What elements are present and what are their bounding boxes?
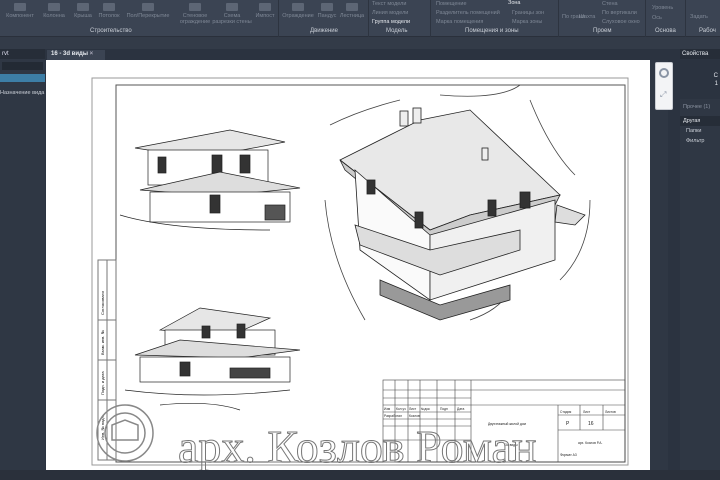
- browser-selected-row[interactable]: [0, 74, 45, 82]
- tb-developer-label: Разработал: [384, 414, 402, 418]
- floor-button[interactable]: Пол/Перекрытие: [124, 3, 172, 19]
- room-tag-button[interactable]: Марка помещения: [436, 19, 483, 25]
- group-label: Модель: [386, 28, 408, 34]
- navigation-bar[interactable]: ⤢: [655, 62, 673, 110]
- label: Пандус: [317, 13, 337, 19]
- group-label: Движение: [310, 28, 338, 34]
- mullion-button[interactable]: Импост: [253, 3, 277, 19]
- tb-format: Формат А3: [560, 453, 577, 457]
- instance-selector[interactable]: Прочее (1): [680, 102, 720, 112]
- label: Потолок: [98, 13, 120, 19]
- component-button[interactable]: Компонент: [4, 3, 36, 19]
- tb-stage-label: Стадия: [560, 410, 571, 414]
- options-bar: [0, 37, 720, 49]
- label: Крыша: [74, 13, 92, 19]
- stamp-text: Подп. и дата: [100, 371, 105, 395]
- watermark-text: арх. Козлов Роман: [178, 421, 537, 470]
- steering-wheel-icon[interactable]: [659, 68, 669, 78]
- drawing-canvas[interactable]: Согласовано Взам. инв. № Подп. и дата Ин…: [46, 60, 650, 470]
- tb-header: Подп: [440, 407, 448, 411]
- stamp-text: Взам. инв. №: [100, 330, 105, 355]
- tb-author: арх. Козлов Р.А.: [578, 441, 602, 445]
- stair-button[interactable]: Лестница: [338, 3, 366, 19]
- dormer-button[interactable]: Слуховое окно: [602, 19, 640, 25]
- area-button[interactable]: Зона: [508, 0, 520, 6]
- prop-row-folders: Папки: [686, 128, 702, 134]
- set-workplane-button[interactable]: Задать: [690, 14, 708, 20]
- column-button[interactable]: Колонна: [40, 3, 68, 19]
- tb-developer: Козлов: [409, 414, 420, 418]
- model-line-button[interactable]: Линия модели: [372, 10, 408, 16]
- label: Стеновое ограждение: [179, 13, 211, 25]
- label: Схема разрезки стены: [212, 13, 252, 25]
- label: Компонент: [6, 13, 34, 19]
- tb-header: Кол.уч: [396, 407, 406, 411]
- roof-button[interactable]: Крыша: [72, 3, 94, 19]
- level-button[interactable]: Уровень: [652, 5, 673, 11]
- shaft-button[interactable]: Шахта: [579, 14, 595, 20]
- properties-panel: Свойства С 1 Прочее (1) Другая Папки Фил…: [680, 49, 720, 480]
- model-group-button[interactable]: Группа модели: [372, 19, 410, 25]
- browser-search-input[interactable]: [2, 62, 43, 70]
- vertical-button[interactable]: По вертикали: [602, 10, 637, 16]
- house-view-side: [124, 307, 301, 411]
- group-label: Помещения и зоны: [465, 28, 519, 34]
- area-tag-button[interactable]: Марка зоны: [512, 19, 542, 25]
- room-button[interactable]: Помещение: [436, 1, 467, 7]
- zoom-icon[interactable]: ⤢: [660, 90, 668, 100]
- tb-sheets-label: Листов: [605, 410, 616, 414]
- tb-header: Дата: [457, 407, 464, 411]
- house-view-large: [324, 84, 591, 321]
- watermark-logo: [96, 404, 154, 462]
- label: Ограждение: [282, 13, 314, 19]
- tb-header: №док: [421, 407, 430, 411]
- ceiling-button[interactable]: Потолок: [96, 3, 122, 19]
- properties-title: Свойства: [680, 49, 720, 59]
- ribbon: Компонент Колонна Крыша Потолок Пол/Пере…: [0, 0, 720, 37]
- sheet-drawing: Согласовано Взам. инв. № Подп. и дата Ин…: [91, 77, 629, 470]
- status-bar: [0, 470, 720, 480]
- vertical-scrollbar[interactable]: [650, 60, 668, 470]
- sheet-border: [91, 77, 629, 466]
- area-boundary-button[interactable]: Границы зон: [512, 10, 544, 16]
- model-text-button[interactable]: Текст модели: [372, 1, 406, 7]
- browser-item[interactable]: Назначение вида: [0, 90, 45, 96]
- group-label: Строительство: [90, 28, 132, 34]
- tb-header: Лист: [409, 407, 417, 411]
- prop-row-filter: Фильтр: [686, 138, 705, 144]
- tb-stage: Р: [566, 421, 570, 427]
- railing-button[interactable]: Ограждение: [281, 3, 315, 19]
- project-browser-title: rvt: [0, 49, 45, 59]
- label: Импост: [255, 13, 275, 19]
- type-name-2: 1: [714, 81, 718, 87]
- tab-3d-views[interactable]: 16 - 3d виды ×: [47, 50, 105, 60]
- wall-opening-button[interactable]: Стена: [602, 1, 618, 7]
- curtain-system-button[interactable]: Стеновое ограждение: [178, 3, 212, 25]
- group-label: Основа: [655, 28, 676, 34]
- close-icon[interactable]: ×: [90, 51, 94, 57]
- type-name: С: [713, 73, 718, 79]
- view-tabs: 16 - 3d виды ×: [45, 49, 680, 60]
- project-browser: rvt Назначение вида: [0, 49, 45, 480]
- tb-header: Изм: [384, 407, 391, 411]
- curtain-grid-button[interactable]: Схема разрезки стены: [212, 3, 252, 25]
- section-other[interactable]: Другая: [680, 116, 720, 126]
- stamp-text: Согласовано: [100, 290, 105, 315]
- room-separator-button[interactable]: Разделитель помещений: [436, 10, 500, 16]
- ramp-button[interactable]: Пандус: [317, 3, 337, 19]
- tab-label: 16 - 3d виды: [51, 51, 88, 57]
- label: Лестница: [339, 13, 365, 19]
- group-label: Рабоч: [699, 28, 716, 34]
- grid-button[interactable]: Ось: [652, 15, 662, 21]
- label: Пол/Перекрытие: [126, 13, 170, 19]
- label: Колонна: [43, 13, 65, 19]
- tb-sheet: 16: [588, 421, 594, 427]
- tb-sheet-label: Лист: [583, 410, 591, 414]
- group-label: Проем: [593, 28, 612, 34]
- house-view-front: [119, 129, 301, 231]
